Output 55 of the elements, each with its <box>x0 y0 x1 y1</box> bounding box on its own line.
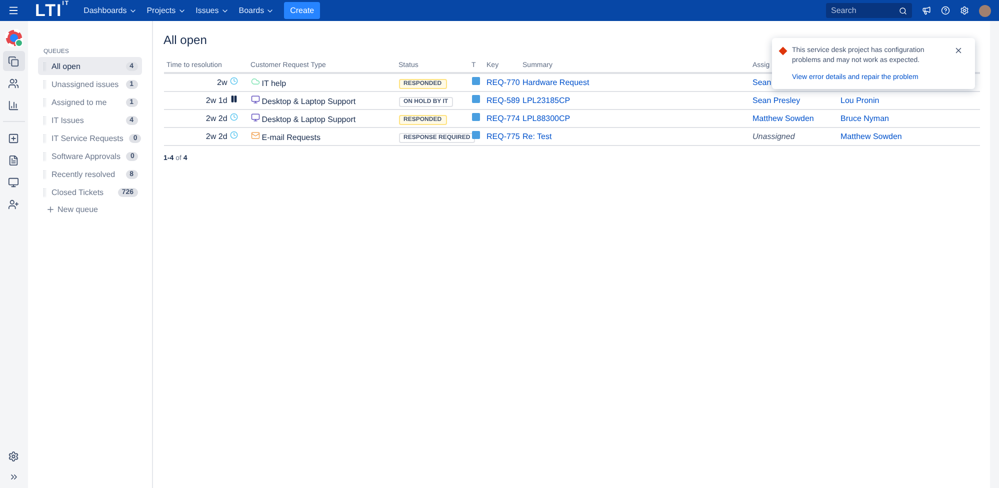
plus-icon[interactable] <box>46 205 55 214</box>
create-button[interactable]: Create <box>284 2 320 19</box>
search-icon[interactable] <box>899 6 907 14</box>
request-type: Desktop & Laptop Support <box>262 96 356 106</box>
megaphone-icon[interactable] <box>922 6 931 15</box>
issue-summary[interactable]: Hardware Request <box>522 78 590 87</box>
time-cell: 2w 2d <box>206 132 228 141</box>
assignee[interactable]: Sean <box>752 78 772 87</box>
monitor-icon[interactable] <box>8 176 20 188</box>
document-icon[interactable] <box>8 154 20 166</box>
time-cell: 2w 2d <box>206 114 228 123</box>
issue-type-icon <box>472 131 480 139</box>
queue-icon[interactable] <box>8 56 20 66</box>
add-person-icon[interactable] <box>8 198 20 210</box>
reporter[interactable]: Bruce Nyman <box>840 114 889 122</box>
request-type: IT help <box>262 78 286 88</box>
assignee[interactable]: Matthew Sowden <box>752 114 814 122</box>
issue-type-icon <box>472 113 480 121</box>
issue-key[interactable]: REQ-770 <box>486 78 520 87</box>
assignee[interactable]: Sean Presley <box>752 96 800 104</box>
issue-key[interactable]: REQ-589 <box>486 96 520 104</box>
people-icon[interactable] <box>8 78 20 88</box>
time-cell: 2w 1d <box>206 96 228 105</box>
search-field[interactable]: Search <box>826 3 912 18</box>
nav-menu[interactable]: Issues <box>196 6 229 15</box>
issue-summary[interactable]: Re: Test <box>522 132 552 140</box>
issue-summary[interactable]: LPL88300CP <box>522 114 570 122</box>
request-type: E-mail Requests <box>262 132 320 142</box>
queue-button[interactable] <box>2 51 25 71</box>
help-icon[interactable] <box>941 6 950 15</box>
settings-icon[interactable] <box>8 451 20 462</box>
chart-icon[interactable] <box>8 100 20 110</box>
plus-box-icon[interactable] <box>8 132 20 144</box>
reporter[interactable]: Lou Pronin <box>840 96 880 104</box>
issue-key[interactable]: REQ-774 <box>486 114 520 122</box>
issue-summary[interactable]: LPL23185CP <box>522 96 570 104</box>
page-title: All open <box>164 33 208 47</box>
time-cell: 2w <box>217 78 228 88</box>
nav-menu[interactable]: Boards <box>238 6 274 15</box>
request-type: Desktop & Laptop Support <box>262 114 356 124</box>
menu-icon[interactable] <box>8 5 19 16</box>
lifebuoy-icon[interactable] <box>4 29 23 47</box>
nav-menu[interactable]: Dashboards <box>84 6 137 15</box>
issue-type-icon <box>472 95 480 103</box>
issue-key[interactable]: REQ-775 <box>486 132 520 140</box>
error-icon <box>778 46 788 56</box>
assignee: Unassigned <box>752 132 795 140</box>
issue-type-icon <box>472 77 480 86</box>
scrollbar[interactable] <box>990 21 999 488</box>
logo[interactable]: LTI$^{IT}$ <box>35 0 70 20</box>
new-queue-button[interactable]: New queue <box>38 201 142 218</box>
expand-icon[interactable] <box>8 472 19 482</box>
close-icon[interactable] <box>954 46 963 55</box>
reporter[interactable]: Matthew Sowden <box>840 132 902 140</box>
nav-menu[interactable]: Projects <box>146 6 186 15</box>
